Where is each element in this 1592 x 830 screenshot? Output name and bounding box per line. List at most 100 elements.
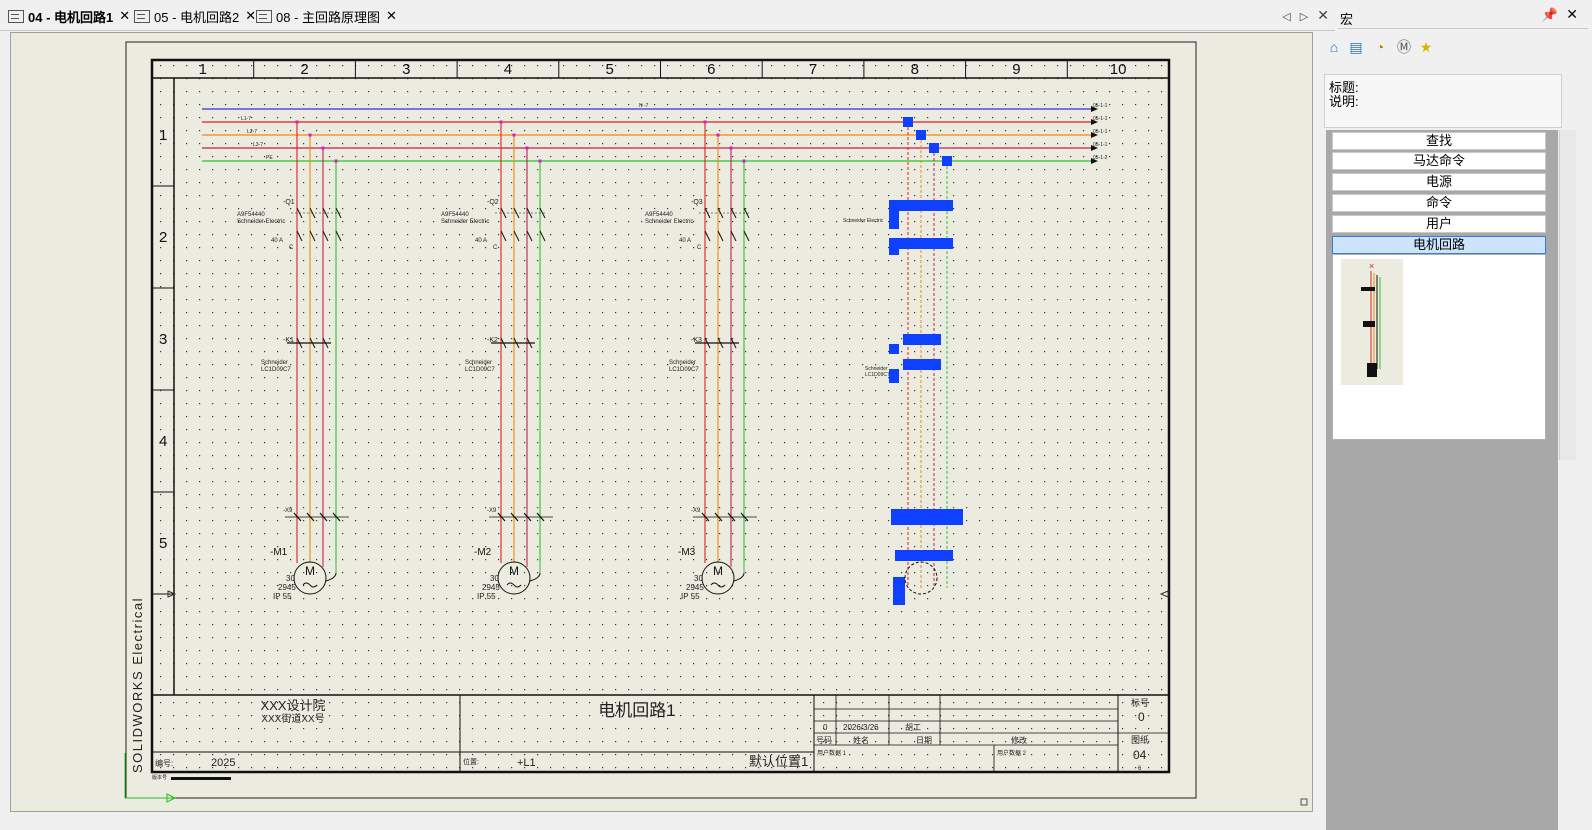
column-number: 8 bbox=[911, 61, 919, 78]
version-label: 版本号 bbox=[152, 774, 167, 781]
contactor-model: LC1D09C7 bbox=[669, 367, 699, 373]
category-motor-circuit[interactable]: 电机回路 bbox=[1332, 236, 1546, 254]
mark-value: 0 bbox=[1138, 710, 1145, 724]
category-user[interactable]: 用户 bbox=[1332, 215, 1546, 233]
motor-tag: -M1 bbox=[270, 547, 288, 558]
motor-tag: -M2 bbox=[474, 547, 492, 558]
tab-navigation: ◁ ▷ ✕ bbox=[1276, 7, 1329, 24]
resize-grip[interactable] bbox=[1300, 798, 1308, 806]
home-icon[interactable]: ⌂ bbox=[1324, 37, 1344, 57]
motor-speed: 2945 bbox=[278, 583, 296, 592]
row-number: 2 bbox=[159, 229, 167, 246]
library-icon[interactable]: ▤ bbox=[1346, 37, 1366, 57]
hdr-date: 日期 bbox=[916, 736, 932, 745]
motor-symbol: M bbox=[509, 564, 519, 578]
version-bar bbox=[171, 777, 231, 780]
schematic-sheet[interactable]: 1 2 3 4 5 6 7 8 9 10 1 2 3 4 5 N -7 L1-7 L2-7 L3-7 PE… bbox=[11, 33, 1312, 811]
tab-motor-circuit-2[interactable]: 05 - 电机回路2 ✕ bbox=[134, 6, 256, 26]
contactor-maker: Schneider bbox=[465, 360, 492, 366]
close-icon[interactable]: ✕ bbox=[386, 8, 397, 24]
category-command[interactable]: 命令 bbox=[1332, 194, 1546, 212]
motor-symbol: M bbox=[713, 564, 723, 578]
info-description-label: 说明: bbox=[1329, 94, 1359, 109]
scroll-right-icon[interactable]: ▷ bbox=[1300, 11, 1308, 23]
bus-ref-l3: 05-1-1 bbox=[1093, 142, 1108, 148]
favorite-star-icon[interactable]: ★ bbox=[1416, 37, 1436, 57]
breaker-maker: Schneider Electric bbox=[237, 219, 285, 225]
bus-label-n: N -7 bbox=[639, 103, 649, 109]
breaker-rating: 40 A bbox=[475, 238, 487, 244]
tab-motor-circuit-1[interactable]: 04 - 电机回路1 ✕ bbox=[8, 6, 130, 26]
macro-category-list: 查找 马达命令 电源 命令 用户 电机回路 × bbox=[1326, 130, 1558, 830]
panel-scrollbar[interactable] bbox=[1559, 130, 1576, 460]
column-number: 7 bbox=[809, 61, 817, 78]
tab-main-circuit[interactable]: 08 - 主回路原理图 ✕ bbox=[256, 6, 397, 26]
column-number: 9 bbox=[1012, 61, 1020, 78]
title-location-value: +L1 bbox=[517, 757, 536, 769]
vertical-brand: SOLIDWORKS Electrical bbox=[130, 597, 145, 773]
breaker-curve: C bbox=[493, 245, 498, 251]
hdr-number: 号码 bbox=[816, 736, 832, 745]
title-drawing-name: 电机回路1 bbox=[598, 701, 675, 720]
sheet-value: 04 bbox=[1133, 748, 1147, 762]
breaker-maker: Schneider Electric bbox=[441, 219, 489, 225]
bus-ref-n: 05-1-1 bbox=[1093, 103, 1108, 109]
motor-ip: IP 55 bbox=[681, 592, 700, 601]
motor-ip: IP 55 bbox=[477, 592, 496, 601]
breaker-curve: C bbox=[697, 245, 702, 251]
close-icon[interactable]: ✕ bbox=[1566, 6, 1578, 23]
panel-toolbar: ⌂ ▤ ◔ Ⓜ ★ bbox=[1330, 29, 1588, 67]
tab-label: 05 - 电机回路2 bbox=[154, 9, 240, 25]
breaker-curve: C bbox=[289, 245, 294, 251]
breaker-model: A9F54440 bbox=[441, 212, 469, 218]
title-address: XXX街道XX号 bbox=[261, 712, 324, 725]
column-number: 5 bbox=[605, 61, 613, 78]
title-number-label: 编号: bbox=[155, 758, 173, 768]
hdr-modification: 修改 bbox=[1011, 735, 1027, 745]
column-number: 3 bbox=[402, 61, 410, 78]
terminal-tag: -X9 bbox=[487, 508, 497, 514]
category-search[interactable]: 查找 bbox=[1332, 132, 1546, 150]
breaker-model: A9F54440 bbox=[237, 212, 265, 218]
schematic-icon bbox=[134, 9, 150, 23]
motor-speed: 2945 bbox=[482, 583, 500, 592]
row-number: 3 bbox=[159, 331, 167, 348]
rev-date: 2026/3/26 bbox=[843, 723, 879, 732]
category-power[interactable]: 电源 bbox=[1332, 173, 1546, 191]
pin-icon[interactable]: 📌 bbox=[1542, 7, 1558, 23]
motor-tag: -M3 bbox=[678, 547, 696, 558]
contactor-maker: Schneider bbox=[261, 360, 288, 366]
contactor-tag: -K3 bbox=[691, 337, 702, 344]
bus-label-l2: L2-7 bbox=[247, 129, 257, 135]
bus-ref-l1: 05-1-1 bbox=[1093, 116, 1108, 122]
close-icon[interactable]: ✕ bbox=[119, 8, 130, 24]
macro-thumbnail[interactable]: × bbox=[1341, 259, 1403, 385]
bus-label-pe: PE bbox=[266, 155, 273, 161]
title-location-label: 位置: bbox=[463, 757, 479, 766]
close-icon[interactable]: ✕ bbox=[245, 8, 256, 24]
refresh-icon[interactable]: ◔ bbox=[1370, 37, 1390, 57]
motor-ip: IP 55 bbox=[273, 592, 292, 601]
svg-text:×: × bbox=[1369, 261, 1374, 271]
title-default-location: 默认位置1 bbox=[749, 754, 808, 769]
drawing-canvas[interactable]: 1 2 3 4 5 6 7 8 9 10 1 2 3 4 5 N -7 L1-7 L2-7 L3-7 PE… bbox=[10, 32, 1313, 812]
close-all-icon[interactable]: ✕ bbox=[1317, 7, 1329, 23]
tab-label: 08 - 主回路原理图 bbox=[276, 9, 381, 25]
sheet-inner-border bbox=[150, 58, 1171, 774]
panel-title: 宏 bbox=[1340, 12, 1354, 27]
motor-power: 30 bbox=[694, 574, 703, 583]
motor-speed: 2945 bbox=[686, 583, 704, 592]
user-data-1: 用户数据 1 bbox=[817, 749, 847, 757]
scroll-left-icon[interactable]: ◁ bbox=[1282, 11, 1290, 23]
contactor-model: LC1D09C7 bbox=[465, 367, 495, 373]
macro-info-box: 标题: 说明: bbox=[1324, 74, 1562, 128]
document-tab-bar: 04 - 电机回路1 ✕ 05 - 电机回路2 ✕ 08 - 主回路原理图 ✕ … bbox=[0, 0, 1335, 31]
contactor-maker: Schneider bbox=[669, 360, 696, 366]
category-motor-command[interactable]: 马达命令 bbox=[1332, 152, 1546, 170]
breaker-tag: -Q1 bbox=[283, 199, 295, 206]
macro-icon[interactable]: Ⓜ bbox=[1394, 37, 1414, 57]
bus-label-l1: L1-7 bbox=[241, 116, 251, 122]
row-number: 4 bbox=[159, 433, 167, 450]
title-company: XXX设计院 bbox=[260, 698, 325, 713]
panel-header: 宏 📌 ✕ bbox=[1338, 4, 1588, 29]
